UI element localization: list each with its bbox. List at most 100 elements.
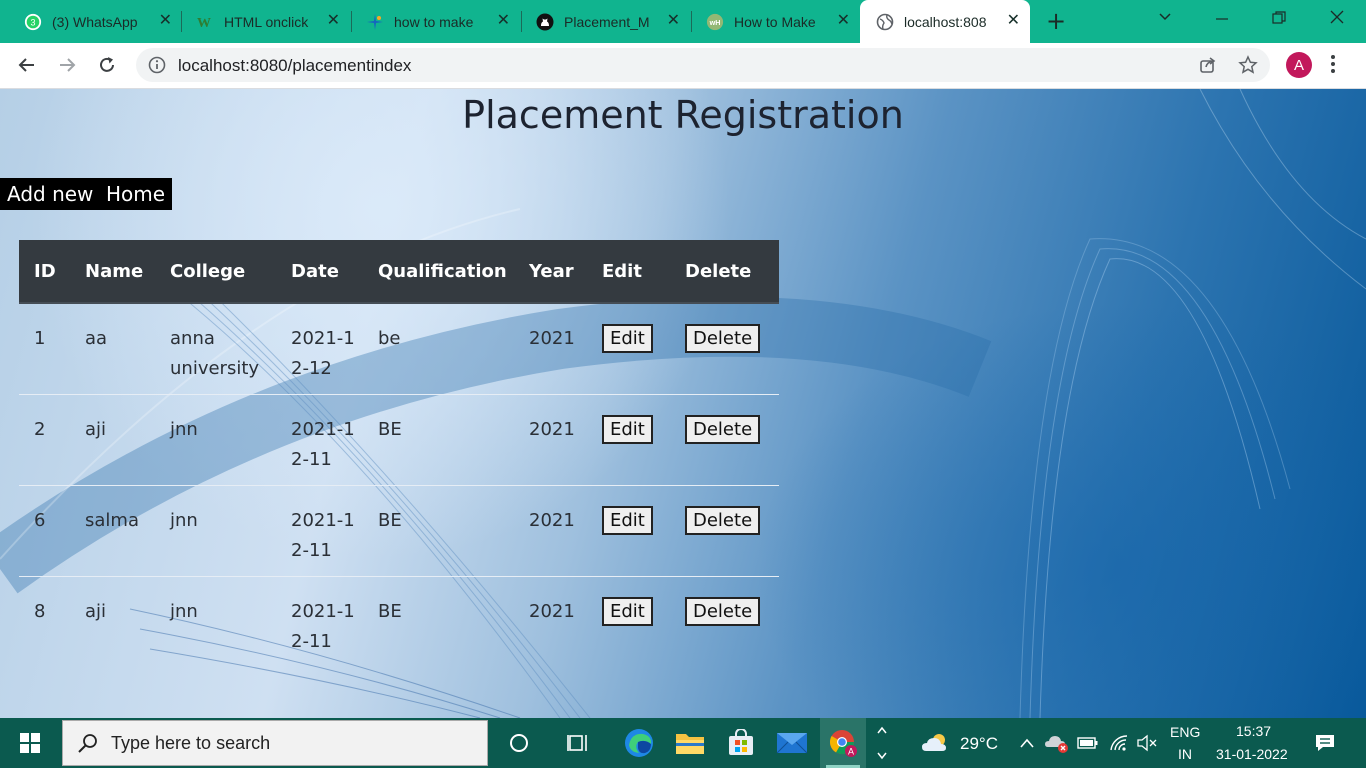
- reload-button[interactable]: [95, 53, 119, 77]
- wikihow-icon: wH: [706, 13, 724, 31]
- column-header-date: Date: [276, 240, 363, 304]
- file-explorer-icon[interactable]: [667, 718, 713, 768]
- close-icon[interactable]: ✕: [497, 12, 510, 30]
- taskbar-search-input[interactable]: Type here to search: [62, 720, 488, 766]
- tab-divider: [691, 11, 692, 32]
- column-header-id: ID: [19, 240, 70, 304]
- tab-search-chevron-icon[interactable]: [1158, 8, 1172, 27]
- show-hidden-icons-chevron-icon[interactable]: [1016, 718, 1038, 768]
- task-view-icon[interactable]: [557, 718, 601, 768]
- edge-browser-icon[interactable]: [616, 718, 662, 768]
- taskbar-scroll-arrows[interactable]: [872, 718, 892, 768]
- cell-edit: Edit: [587, 303, 670, 395]
- cell-year: 2021: [529, 601, 575, 622]
- browser-tab-strip: 3 (3) WhatsApp ✕ W HTML onclick ✕ how to…: [0, 0, 1366, 43]
- tab-divider: [351, 11, 352, 32]
- new-tab-button[interactable]: +: [1046, 9, 1066, 33]
- cell-edit: Edit: [587, 485, 670, 577]
- tab-whatsapp[interactable]: 3 (3) WhatsApp ✕: [24, 8, 172, 35]
- tab-html-onclick[interactable]: W HTML onclick ✕: [196, 8, 340, 35]
- mail-icon[interactable]: [769, 718, 815, 768]
- more-menu-icon[interactable]: [1330, 53, 1336, 79]
- cell-college: anna university: [155, 303, 276, 395]
- search-icon: [77, 733, 99, 759]
- windows-logo-icon: [20, 733, 40, 753]
- close-icon[interactable]: ✕: [837, 12, 850, 30]
- w3schools-icon: W: [196, 13, 214, 31]
- cell-year: 2021: [514, 485, 587, 577]
- svg-text:wH: wH: [709, 18, 721, 27]
- cell-year: 2021: [514, 303, 587, 395]
- profile-avatar[interactable]: A: [1286, 52, 1312, 78]
- restore-button[interactable]: [1272, 10, 1286, 29]
- delete-button[interactable]: Delete: [685, 597, 761, 626]
- chrome-taskbar-icon[interactable]: A: [820, 718, 866, 768]
- svg-text:W: W: [197, 16, 211, 31]
- back-button[interactable]: [15, 53, 39, 77]
- start-button[interactable]: [8, 718, 52, 768]
- cell-college: jnn: [155, 485, 276, 577]
- edit-button[interactable]: Edit: [602, 506, 653, 535]
- add-new-button[interactable]: Add new: [0, 178, 101, 210]
- cell-date: 2021-12-11: [276, 485, 363, 577]
- close-icon[interactable]: ✕: [667, 12, 680, 30]
- address-bar[interactable]: localhost:8080/placementindex: [136, 48, 1270, 82]
- forward-button[interactable]: [55, 53, 79, 77]
- clock-date[interactable]: 31-01-2022: [1216, 746, 1288, 762]
- region-indicator[interactable]: IN: [1178, 746, 1192, 762]
- home-button[interactable]: Home: [99, 178, 173, 210]
- table-header-row: ID Name College Date Qualification Year …: [19, 240, 779, 304]
- battery-icon[interactable]: [1076, 718, 1100, 768]
- weather-cloud-icon[interactable]: [918, 718, 952, 768]
- table-row: 8 aji jnn 2021-12-11 BE 2021 Edit Delete: [19, 577, 779, 668]
- onedrive-error-icon[interactable]: [1044, 718, 1070, 768]
- weather-temperature[interactable]: 29°C: [960, 734, 998, 754]
- cell-delete: Delete: [670, 394, 779, 486]
- tab-wikihow[interactable]: wH How to Make ✕: [706, 8, 850, 35]
- delete-button[interactable]: Delete: [685, 324, 761, 353]
- close-window-button[interactable]: [1329, 9, 1345, 29]
- tab-localhost-active[interactable]: localhost:808 ✕: [876, 8, 1020, 35]
- bookmark-star-icon[interactable]: [1238, 55, 1258, 79]
- cell-delete: Delete: [670, 577, 779, 668]
- browser-toolbar: localhost:8080/placementindex A: [0, 43, 1366, 89]
- volume-muted-icon[interactable]: [1135, 718, 1159, 768]
- minimize-button[interactable]: [1215, 10, 1229, 29]
- share-icon[interactable]: [1198, 55, 1218, 79]
- cell-id: 1: [19, 303, 70, 395]
- tab-github-placement[interactable]: Placement_M ✕: [536, 8, 680, 35]
- placement-table: ID Name College Date Qualification Year …: [19, 240, 779, 667]
- language-indicator[interactable]: ENG: [1170, 724, 1200, 740]
- edit-button[interactable]: Edit: [602, 597, 653, 626]
- microsoft-store-icon[interactable]: [718, 718, 764, 768]
- close-icon[interactable]: ✕: [159, 12, 172, 30]
- svg-text:3: 3: [30, 17, 35, 27]
- site-info-icon[interactable]: [148, 56, 166, 78]
- close-icon[interactable]: ✕: [1007, 12, 1020, 30]
- edit-button[interactable]: Edit: [602, 415, 653, 444]
- column-header-edit: Edit: [587, 240, 670, 304]
- delete-button[interactable]: Delete: [685, 415, 761, 444]
- column-header-college: College: [155, 240, 276, 304]
- edit-button[interactable]: Edit: [602, 324, 653, 353]
- sparkle-icon: [366, 13, 384, 31]
- cell-name: salma: [70, 485, 155, 577]
- cell-qualification: BE: [363, 485, 514, 577]
- delete-button[interactable]: Delete: [685, 506, 761, 535]
- cortana-icon[interactable]: [497, 718, 541, 768]
- notification-center-icon[interactable]: [1310, 718, 1340, 768]
- clock-time[interactable]: 15:37: [1236, 723, 1271, 739]
- cell-date: 2021-12-11: [291, 601, 355, 652]
- close-icon[interactable]: ✕: [327, 12, 340, 30]
- cell-date: 2021-12-11: [276, 394, 363, 486]
- table-row: 6 salma jnn 2021-12-11 BE 2021 Edit Dele…: [19, 485, 779, 577]
- tab-how-to-make[interactable]: how to make ✕: [366, 8, 510, 35]
- chevron-up-down-icon: [877, 726, 887, 760]
- svg-text:A: A: [848, 747, 854, 757]
- cell-year: 2021: [514, 394, 587, 486]
- column-header-name: Name: [70, 240, 155, 304]
- cell-edit: Edit: [587, 394, 670, 486]
- wifi-icon[interactable]: [1107, 718, 1131, 768]
- table-row: 2 aji jnn 2021-12-11 BE 2021 Edit Delete: [19, 394, 779, 486]
- cell-edit: Edit: [587, 577, 670, 668]
